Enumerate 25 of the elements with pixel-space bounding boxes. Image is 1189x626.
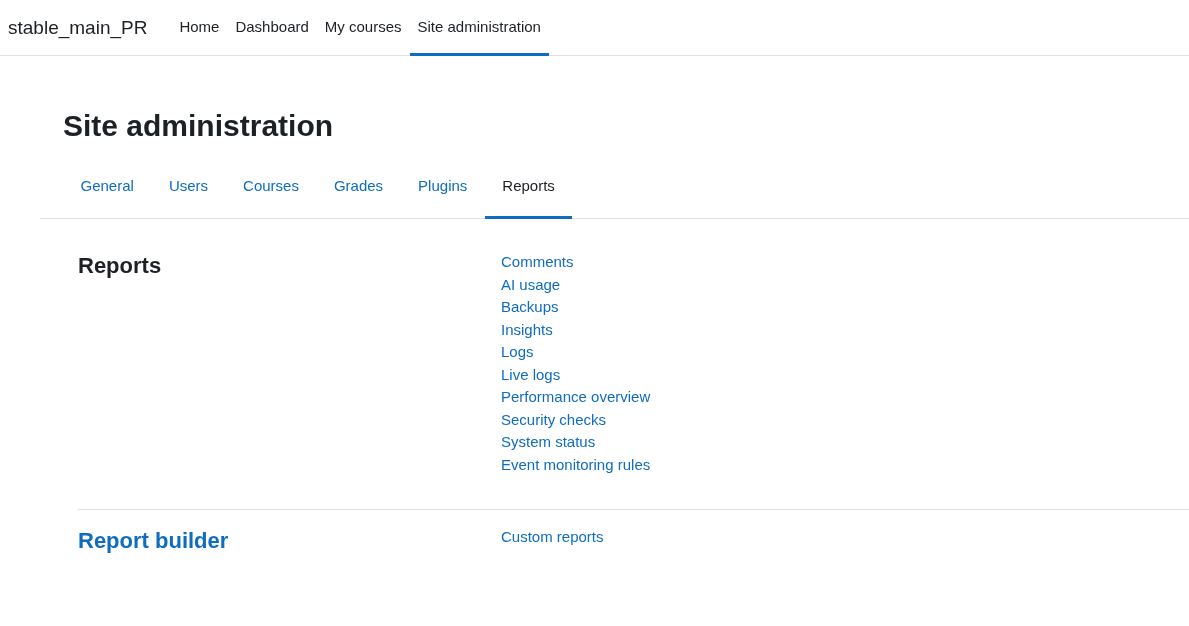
report-link[interactable]: AI usage <box>501 275 561 293</box>
page-title: Site administration <box>63 108 335 144</box>
report-link[interactable]: Live logs <box>501 365 561 383</box>
tab[interactable]: General <box>63 156 152 219</box>
tab[interactable]: Plugins <box>400 156 485 219</box>
site-name[interactable]: stable_main_PR <box>8 16 148 39</box>
report-link[interactable]: System status <box>501 433 596 450</box>
report-link[interactable]: Insights <box>501 320 553 338</box>
report-link[interactable]: Event monitoring rules <box>501 455 651 473</box>
tab[interactable]: Users <box>151 156 226 219</box>
report-link[interactable]: Logs <box>501 343 534 360</box>
nav-link[interactable]: My courses <box>316 0 410 56</box>
tab[interactable]: Reports <box>484 156 573 219</box>
report-link[interactable]: Performance overview <box>501 388 651 405</box>
tab[interactable]: Courses <box>225 156 317 219</box>
report-link[interactable]: Security checks <box>501 410 607 428</box>
report-link[interactable]: Backups <box>501 298 559 315</box>
report-link[interactable]: Comments <box>501 253 574 270</box>
tab[interactable]: Grades <box>316 156 401 219</box>
report-link[interactable]: Custom reports <box>501 528 604 545</box>
section-title-link[interactable]: Report builder <box>78 526 229 556</box>
nav-link[interactable]: Home <box>171 0 228 56</box>
nav-link[interactable]: Site administration <box>409 0 549 56</box>
nav-link[interactable]: Dashboard <box>227 0 317 56</box>
section-title: Reports <box>78 252 162 280</box>
